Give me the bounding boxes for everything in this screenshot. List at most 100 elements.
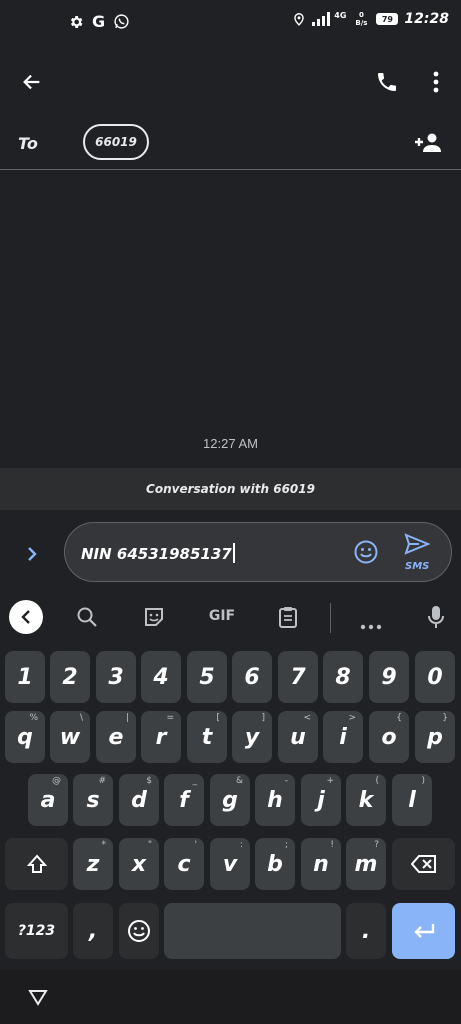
key-z[interactable]: z * <box>73 838 113 890</box>
key-p[interactable]: p} <box>415 711 455 763</box>
key-2[interactable]: 2 <box>50 651 90 703</box>
key-h-label: h <box>267 787 283 813</box>
key-9[interactable]: 9 <box>369 651 409 703</box>
key-j[interactable]: j + <box>301 774 341 826</box>
key-q[interactable]: q% <box>5 711 45 763</box>
keyboard-search-button[interactable] <box>76 606 100 630</box>
key-a[interactable]: a @ <box>28 774 68 826</box>
clipboard-icon <box>279 607 297 628</box>
key-d-label: d <box>131 787 147 813</box>
enter-key[interactable] <box>392 903 455 959</box>
key-8[interactable]: 8 <box>323 651 363 703</box>
key-o-hint: { <box>396 713 402 723</box>
key-w[interactable]: w \ <box>50 711 90 763</box>
more-options-button[interactable] <box>418 64 454 100</box>
key-t[interactable]: t[ <box>187 711 227 763</box>
key-0[interactable]: 0 <box>415 651 455 703</box>
key-u-label: u <box>290 724 306 750</box>
backspace-key[interactable] <box>392 838 455 890</box>
key-m[interactable]: m? <box>346 838 386 890</box>
key-e-hint: | <box>125 713 129 723</box>
key-r-label: r <box>155 724 167 750</box>
key-f[interactable]: f _ <box>164 774 204 826</box>
key-q-label: q <box>17 724 33 750</box>
call-button[interactable] <box>369 64 405 100</box>
status-left-icons: G <box>68 12 130 31</box>
key-l-hint: ) <box>421 776 425 786</box>
key-g-label: g <box>222 787 238 813</box>
key-a-label: a <box>40 787 56 813</box>
key-y[interactable]: y] <box>232 711 272 763</box>
key-x-hint: " <box>147 840 152 850</box>
key-k[interactable]: k( <box>346 774 386 826</box>
key-c[interactable]: c ' <box>164 838 204 890</box>
key-u[interactable]: u < <box>278 711 318 763</box>
chevron-left-icon <box>21 610 30 624</box>
keyboard-clipboard-button[interactable] <box>278 605 302 631</box>
key-j-hint: + <box>326 776 334 786</box>
app-bar <box>0 48 461 118</box>
keyboard-gif-button[interactable]: GIF <box>204 608 240 628</box>
period-key[interactable]: . <box>346 903 386 959</box>
key-5[interactable]: 5 <box>187 651 227 703</box>
more-horiz-icon <box>360 624 382 630</box>
key-d[interactable]: d $ <box>119 774 159 826</box>
key-3[interactable]: 3 <box>96 651 136 703</box>
key-p-hint: } <box>442 713 448 723</box>
key-l[interactable]: l) <box>392 774 432 826</box>
key-t-hint: [ <box>216 713 220 723</box>
key-m-hint: ? <box>374 840 379 850</box>
recipient-chip[interactable]: 66019 <box>83 124 149 160</box>
message-text: NIN 64531985137 <box>81 543 235 563</box>
key-r[interactable]: r = <box>141 711 181 763</box>
shift-icon <box>26 854 47 873</box>
key-o[interactable]: o{ <box>369 711 409 763</box>
key-7[interactable]: 7 <box>278 651 318 703</box>
key-u-hint: < <box>303 713 311 723</box>
keyboard-sticker-button[interactable] <box>143 606 167 630</box>
key-1[interactable]: 1 <box>5 651 45 703</box>
key-h-hint: - <box>284 776 288 786</box>
sticker-icon <box>145 608 163 626</box>
key-k-label: k <box>358 787 374 813</box>
key-i[interactable]: i > <box>323 711 363 763</box>
key-6[interactable]: 6 <box>232 651 272 703</box>
symbols-key[interactable]: ?123 <box>5 903 68 959</box>
key-k-hint: ( <box>375 776 379 786</box>
enter-icon <box>413 924 434 938</box>
add-recipient-button[interactable] <box>410 128 446 158</box>
back-button[interactable] <box>14 64 50 100</box>
nav-back-button[interactable] <box>24 984 52 1010</box>
key-w-label: w <box>59 724 81 750</box>
send-icon <box>404 533 430 555</box>
key-e[interactable]: e | <box>96 711 136 763</box>
key-g[interactable]: g & <box>210 774 250 826</box>
message-input[interactable]: NIN 64531985137 SMS <box>64 522 452 582</box>
key-m-label: m <box>354 851 378 877</box>
navigation-bar <box>0 970 461 1024</box>
status-time: 12:28 <box>404 11 449 27</box>
key-4[interactable]: 4 <box>141 651 181 703</box>
key-e-label: e <box>108 724 124 750</box>
toolbar-divider <box>330 603 331 633</box>
key-q-hint: % <box>29 713 38 723</box>
space-key[interactable] <box>164 903 341 959</box>
key-n[interactable]: n! <box>301 838 341 890</box>
key-h[interactable]: h- <box>255 774 295 826</box>
expand-compose-button[interactable] <box>20 542 44 566</box>
key-v[interactable]: v: <box>210 838 250 890</box>
emoji-button[interactable] <box>353 539 381 567</box>
keyboard-more-button[interactable] <box>360 615 384 630</box>
keyboard-mic-button[interactable] <box>427 605 447 631</box>
send-button[interactable]: SMS <box>399 533 435 575</box>
key-s[interactable]: s # <box>73 774 113 826</box>
key-x[interactable]: x " <box>119 838 159 890</box>
emoji-key[interactable] <box>119 903 159 959</box>
text-caret <box>232 543 235 563</box>
emoji-key-icon <box>128 920 150 942</box>
key-b[interactable]: b; <box>255 838 295 890</box>
shift-key[interactable] <box>5 838 68 890</box>
recipient-row: To 66019 <box>0 118 461 170</box>
keyboard-back-button[interactable] <box>9 600 43 634</box>
comma-key[interactable]: , <box>73 903 113 959</box>
